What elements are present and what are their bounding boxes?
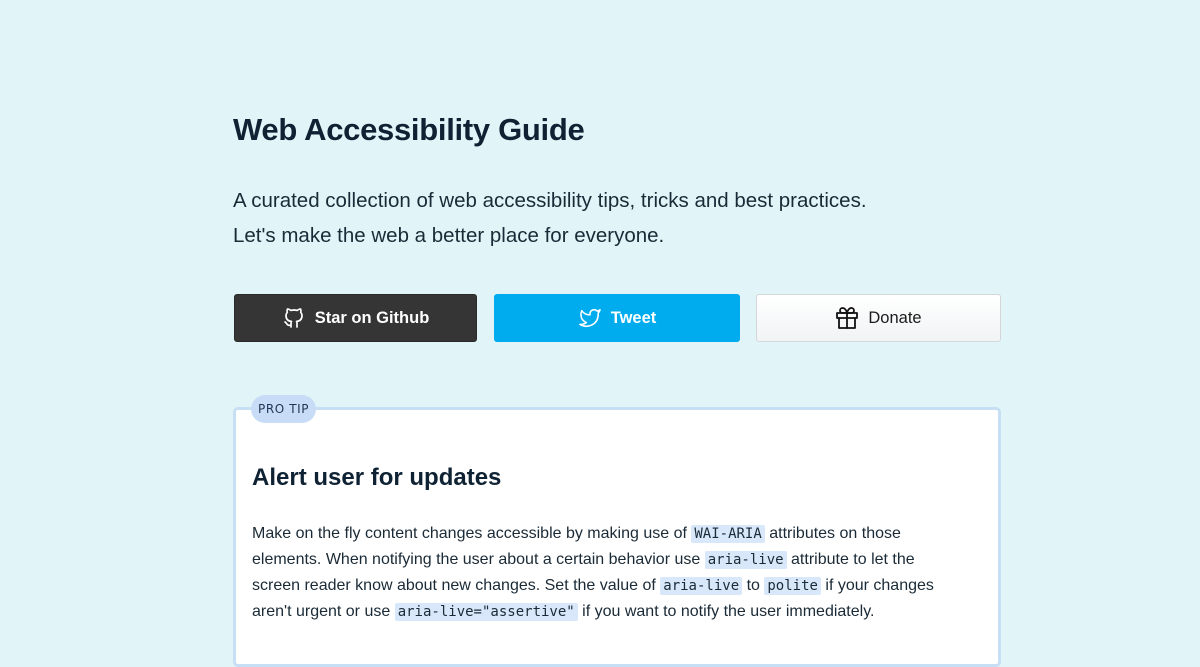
tip-text: attribute to let the bbox=[786, 551, 915, 568]
code-snippet: aria-live bbox=[660, 577, 743, 595]
donate-button[interactable]: Donate bbox=[756, 294, 1001, 342]
tip-text: Make on the fly content changes accessib… bbox=[252, 525, 692, 542]
code-snippet: aria-live bbox=[704, 551, 787, 569]
tip-text: screen reader know about new changes. Se… bbox=[252, 577, 661, 594]
tweet-label: Tweet bbox=[610, 308, 657, 327]
intro-line: A curated collection of web accessibilit… bbox=[233, 189, 867, 212]
tip-text: elements. When notifying the user about … bbox=[252, 551, 705, 568]
code-snippet: aria-live="assertive" bbox=[394, 603, 578, 621]
tip-body: Make on the fly content changes accessib… bbox=[252, 521, 988, 625]
tip-text: to bbox=[742, 577, 765, 594]
tip-body-line: elements. When notifying the user about … bbox=[252, 547, 988, 573]
tip-body-line: aren't urgent or use aria-live="assertiv… bbox=[252, 599, 988, 625]
intro-text: A curated collection of web accessibilit… bbox=[233, 183, 867, 253]
tip-text: if you want to notify the user immediate… bbox=[577, 603, 875, 620]
code-snippet: WAI-ARIA bbox=[691, 525, 765, 543]
page-title: Web Accessibility Guide bbox=[233, 112, 585, 147]
pro-tip-card: PRO TIP Alert user for updates Make on t… bbox=[233, 395, 1001, 667]
tip-body-line: Make on the fly content changes accessib… bbox=[252, 521, 988, 547]
pro-tip-badge: PRO TIP bbox=[251, 395, 317, 423]
tip-title: Alert user for updates bbox=[252, 464, 502, 491]
intro-line: Let's make the web a better place for ev… bbox=[233, 224, 665, 247]
tweet-button[interactable]: Tweet bbox=[494, 294, 740, 342]
donate-label: Donate bbox=[868, 308, 922, 327]
tip-body-line: screen reader know about new changes. Se… bbox=[252, 573, 988, 599]
gift-icon bbox=[835, 306, 859, 330]
github-icon bbox=[282, 306, 306, 330]
code-snippet: polite bbox=[764, 577, 821, 595]
star-on-github-button[interactable]: Star on Github bbox=[234, 294, 477, 342]
tip-text: aren't urgent or use bbox=[252, 603, 395, 620]
twitter-icon bbox=[578, 307, 602, 329]
tip-text: attributes on those bbox=[764, 525, 901, 542]
action-buttons: Star on Github Tweet Donate bbox=[233, 294, 1001, 342]
tip-text: if your changes bbox=[820, 577, 934, 594]
star-on-github-label: Star on Github bbox=[314, 308, 430, 327]
